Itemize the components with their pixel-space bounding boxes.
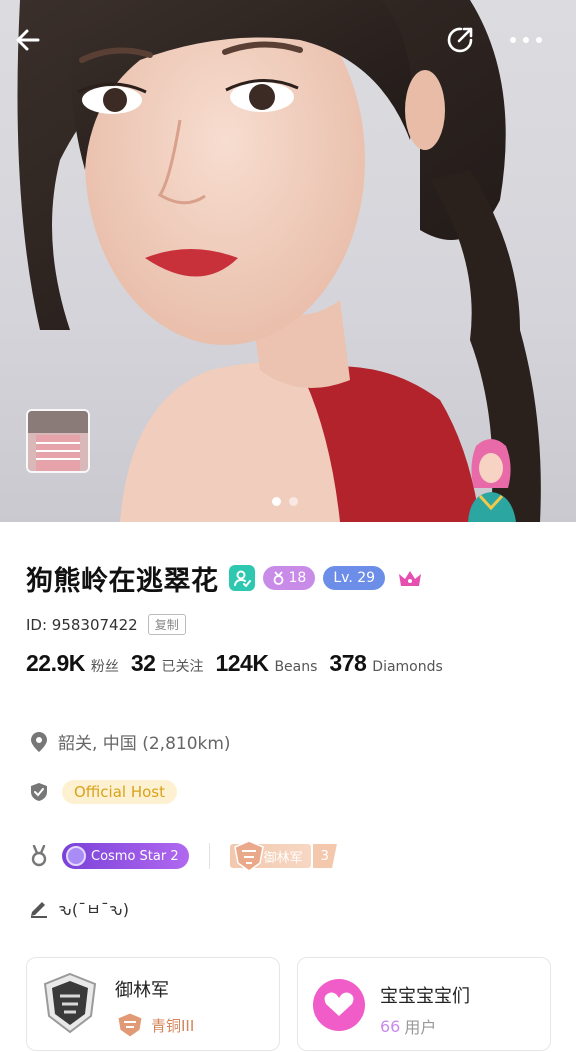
profile-name: 狗熊岭在逃翠花 (26, 565, 219, 597)
bronze-rank-icon (117, 1012, 143, 1038)
photo-thumbnail[interactable] (26, 409, 90, 473)
guard-level: 3 (312, 844, 337, 868)
stats-row: 22.9K 粉丝 32 已关注 124K Beans 378 Diamonds (26, 650, 455, 677)
pagination-dot-2[interactable] (289, 497, 298, 506)
official-host-tag[interactable]: Official Host (62, 780, 178, 804)
guard-card-title: 御林军 (115, 980, 169, 1001)
location-text: 韶关, 中国 (2,810km) (58, 734, 231, 754)
virtual-avatar[interactable] (460, 436, 522, 522)
fan-group-title: 宝宝宝宝们 (380, 986, 470, 1007)
fan-group-card[interactable]: 宝宝宝宝们 66 用户 (297, 957, 551, 1051)
more-horizontal-icon (510, 37, 542, 43)
medal-icon (28, 845, 50, 867)
verified-badge[interactable] (228, 565, 255, 591)
level-badge: Lv. 29 (323, 566, 386, 590)
age-badge: 18 (262, 566, 316, 590)
cosmo-gem-icon (66, 846, 86, 866)
fans-label: 粉丝 (90, 659, 119, 675)
badges-row: Cosmo Star 2 御林军 3 (28, 840, 337, 872)
profile-name-row: 狗熊岭在逃翠花 18 Lv. 29 (26, 560, 423, 597)
user-id-row: ID: 958307422 复制 (26, 614, 186, 635)
share-button[interactable] (442, 22, 478, 58)
diamonds-label: Diamonds (372, 659, 443, 675)
following-count[interactable]: 32 (131, 650, 156, 677)
copy-id-button[interactable]: 复制 (147, 614, 186, 635)
guard-group-card[interactable]: 御林军 青铜III (26, 957, 280, 1051)
guard-rank-label: 青铜III (151, 1016, 195, 1035)
gallery-pagination (272, 497, 298, 506)
cosmo-star-label: Cosmo Star 2 (91, 848, 179, 864)
shield-check-icon (28, 781, 50, 803)
following-label: 已关注 (161, 659, 204, 675)
top-navigation-bar (0, 0, 576, 80)
more-button[interactable] (504, 22, 548, 58)
person-check-icon (233, 570, 251, 587)
gender-female-icon (273, 570, 283, 585)
host-row: Official Host (28, 780, 178, 804)
diamonds-count: 378 (329, 650, 367, 676)
member-unit: 用户 (404, 1018, 437, 1037)
signature-row: ԅ(¯ㅂ¯ԅ) (28, 896, 129, 920)
back-button[interactable] (10, 22, 46, 58)
signature-text: ԅ(¯ㅂ¯ԅ) (58, 900, 130, 919)
location-pin-icon (28, 731, 50, 753)
user-id: ID: 958307422 (26, 615, 138, 634)
beans-count: 124K (215, 650, 269, 676)
location-row: 韶关, 中国 (2,810km) (28, 729, 231, 754)
fan-group-member-row: 66 用户 (380, 1014, 436, 1038)
guard-emblem-icon (43, 972, 97, 1034)
member-count: 66 (380, 1016, 401, 1036)
badge-divider (208, 843, 210, 869)
crown-icon[interactable] (397, 567, 423, 589)
pencil-icon (28, 897, 50, 919)
group-heart-icon (313, 979, 365, 1031)
thumbnail-image (28, 411, 88, 471)
share-icon (447, 27, 473, 53)
pagination-dot-1[interactable] (272, 497, 281, 506)
beans-label: Beans (274, 659, 318, 675)
arrow-left-icon (16, 29, 40, 51)
fans-count[interactable]: 22.9K (26, 650, 85, 677)
avatar-figure-icon (468, 439, 516, 522)
guard-badge[interactable]: 御林军 3 (229, 840, 337, 872)
guard-shield-icon (233, 840, 264, 872)
guard-rank-row: 青铜III (115, 1012, 194, 1038)
age-value: 18 (288, 570, 307, 586)
cosmo-star-badge[interactable]: Cosmo Star 2 (62, 843, 189, 869)
profile-photo[interactable] (0, 0, 576, 522)
